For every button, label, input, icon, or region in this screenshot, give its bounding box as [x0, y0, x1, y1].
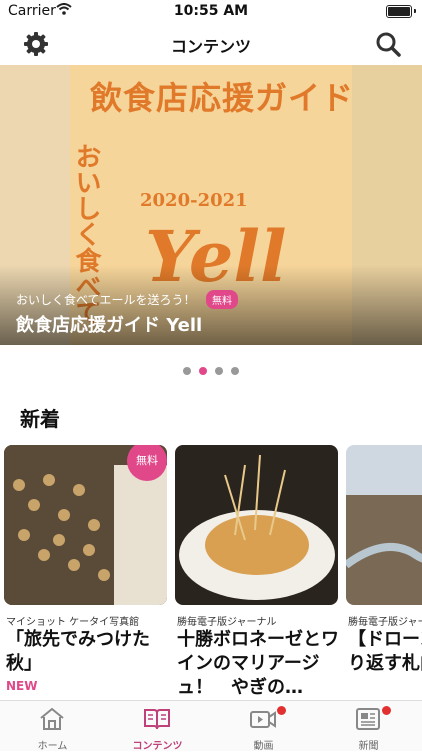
navigation-bar: コンテンツ	[0, 24, 422, 64]
card-source: 勝毎電子版ジャーナル	[348, 617, 422, 628]
content-card[interactable]: 勝毎電子版ジャーナル 十勝ボロネーゼとワインのマリアージュ！ やぎの…	[175, 445, 339, 700]
card-thumbnail	[175, 445, 338, 605]
tab-home[interactable]: ホーム	[0, 701, 105, 752]
tab-newspaper[interactable]: 新聞	[316, 701, 421, 752]
card-title: 【ドローン】蛇行繰り返す札内川	[348, 629, 422, 674]
page-title: コンテンツ	[170, 37, 251, 56]
clock: 10:55 AM	[173, 3, 249, 19]
carousel-dot[interactable]	[199, 367, 207, 375]
battery-icon	[386, 5, 412, 18]
card-thumbnail	[346, 445, 422, 605]
tab-contents[interactable]: コンテンツ	[105, 701, 210, 752]
carousel-page-indicator[interactable]	[0, 360, 422, 379]
banner-title: 飲食店応援ガイド Yell	[16, 315, 203, 336]
new-label: NEW	[6, 679, 38, 693]
card-source: マイショット ケータイ写真館	[6, 617, 140, 628]
notification-badge	[382, 706, 391, 715]
home-icon	[38, 707, 66, 731]
free-badge: 無料	[206, 290, 238, 309]
section-title-new: 新着	[20, 407, 60, 431]
search-icon[interactable]	[374, 30, 402, 58]
new-content-list: 無料 マイショット ケータイ写真館 「旅先でみつけた秋」 NEW 勝毎電子版ジャ…	[0, 445, 422, 700]
carousel-dot[interactable]	[215, 367, 223, 375]
book-icon	[143, 707, 171, 731]
notification-badge	[277, 706, 286, 715]
banner-years: 2020-2021	[140, 190, 248, 211]
video-icon	[249, 707, 277, 731]
carousel-dot[interactable]	[183, 367, 191, 375]
banner-heading: 飲食店応援ガイド	[90, 79, 355, 117]
newspaper-icon	[354, 707, 382, 731]
featured-banner[interactable]: 飲食店応援ガイド おいしく食べて 2020-2021 Yell おいしく食べてエ…	[0, 65, 422, 345]
tab-bar: ホーム コンテンツ 動画 新聞	[0, 700, 422, 752]
battery-tip	[414, 9, 416, 13]
content-card[interactable]: 勝毎電子版ジャーナル 【ドローン】蛇行繰り返す札内川	[346, 445, 422, 700]
card-title: 「旅先でみつけた秋」	[6, 629, 150, 674]
card-title: 十勝ボロネーゼとワインのマリアージュ！ やぎの…	[177, 629, 339, 698]
status-bar: Carrier 10:55 AM	[0, 0, 422, 24]
card-source: 勝毎電子版ジャーナル	[177, 617, 277, 628]
content-card[interactable]: 無料 マイショット ケータイ写真館 「旅先でみつけた秋」 NEW	[4, 445, 167, 700]
tab-video[interactable]: 動画	[211, 701, 316, 752]
carousel-dot[interactable]	[231, 367, 239, 375]
banner-subtitle: おいしく食べてエールを送ろう！	[16, 293, 196, 307]
